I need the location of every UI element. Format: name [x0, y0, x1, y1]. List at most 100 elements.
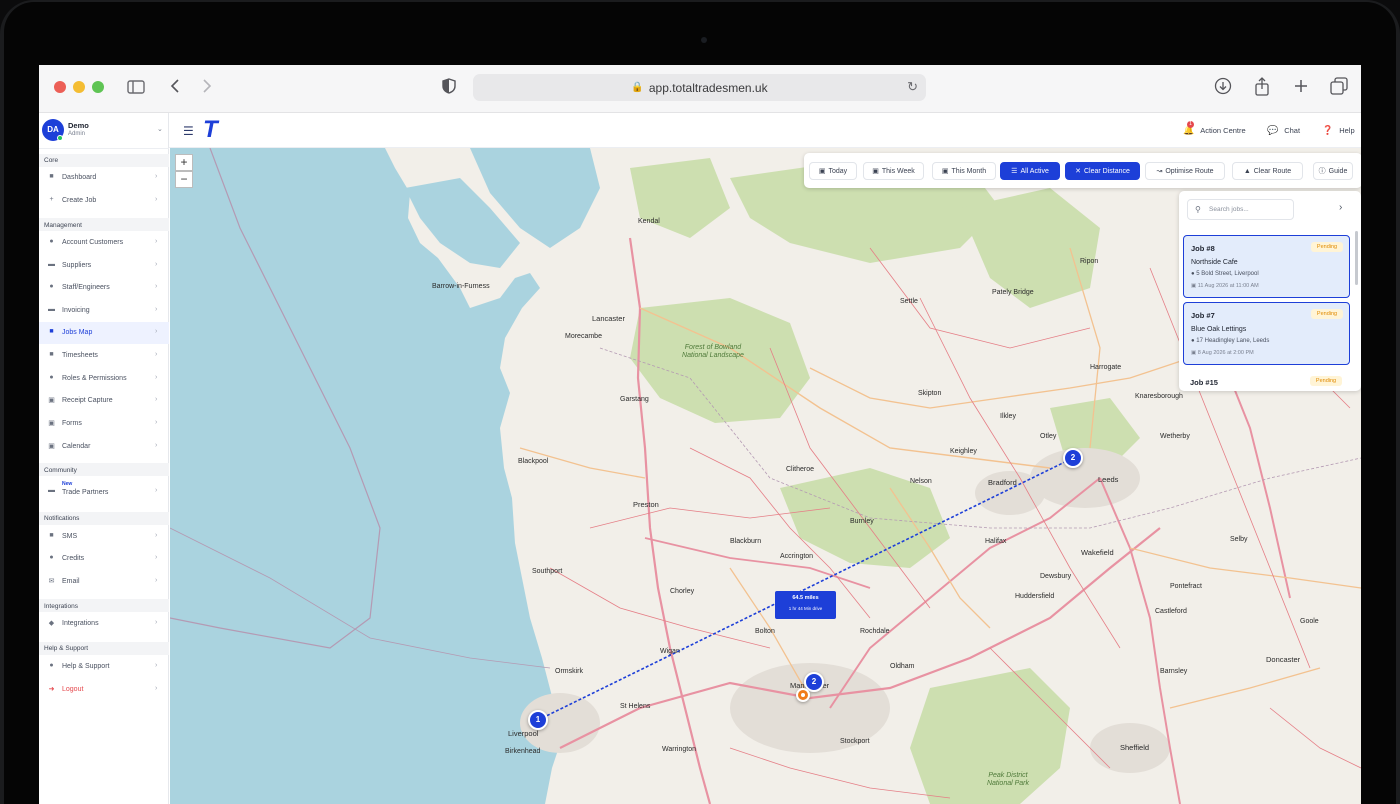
help-icon: ❓ [1322, 125, 1334, 135]
app-header: ☰ T 🔔 1 Action Centre 💬 Chat ❓ Help [169, 113, 1361, 148]
job-marker[interactable]: 2 [1063, 448, 1083, 468]
clear-distance-button[interactable]: ✕ Clear Distance [1065, 162, 1140, 180]
calendar-icon: ▣ [1191, 350, 1197, 356]
today-button[interactable]: ▣ Today [809, 162, 857, 180]
location-icon: ● [1191, 271, 1195, 277]
map-label: Barnsley [1160, 668, 1188, 675]
sidebar-icon[interactable] [127, 77, 145, 99]
sidebar-item-roles-permissions[interactable]: ● Roles & Permissions › [39, 368, 169, 390]
sidebar-item-receipt-capture[interactable]: ▣ Receipt Capture › [39, 390, 169, 412]
chevron-right-icon: › [155, 577, 158, 584]
reload-icon[interactable]: ↻ [907, 79, 918, 95]
sidebar-item-dashboard[interactable]: ■ Dashboard › [39, 167, 169, 189]
zoom-in-button[interactable]: + [175, 154, 193, 171]
sidebar-item-suppliers[interactable]: ▬ Suppliers › [39, 255, 169, 277]
map-label: Pately Bridge [992, 289, 1034, 296]
this-month-button[interactable]: ▣ This Month [932, 162, 996, 180]
map-label: Morecambe [565, 333, 602, 340]
status-badge: Pending [1310, 376, 1342, 386]
tabs-icon[interactable] [1330, 77, 1348, 100]
maximize-window-button[interactable] [92, 81, 104, 93]
sidebar: DA Demo Admin ⌄ Core ■ Dashboard › + Create… [39, 113, 169, 804]
shield-icon[interactable] [442, 77, 456, 99]
scrollbar[interactable] [1355, 231, 1358, 285]
map-label: Knaresborough [1135, 393, 1183, 400]
close-window-button[interactable] [54, 81, 66, 93]
sidebar-item-timesheets[interactable]: ■ Timesheets › [39, 345, 169, 367]
sidebar-item-integrations[interactable]: ◆ Integrations › [39, 613, 169, 635]
receipt-icon: ▣ [48, 397, 55, 404]
route-icon: ↝ [1156, 168, 1163, 175]
users-icon: ● [49, 283, 54, 290]
section-band [39, 154, 169, 167]
action-centre-link[interactable]: 🔔 1 Action Centre [1183, 121, 1246, 136]
help-link[interactable]: ❓ Help [1322, 125, 1355, 136]
sidebar-item-forms[interactable]: ▣ Forms › [39, 413, 169, 435]
browser-toolbar: 🔒 app.totaltradesmen.uk ↻ [39, 65, 1361, 113]
map-label: Keighley [950, 448, 977, 455]
address-bar[interactable]: 🔒 app.totaltradesmen.uk ↻ [473, 74, 926, 101]
clock-icon: ■ [49, 351, 54, 358]
chevron-right-icon: › [155, 306, 158, 313]
sidebar-item-invoicing[interactable]: ▬ Invoicing › [39, 300, 169, 322]
this-week-button[interactable]: ▣ This Week [863, 162, 924, 180]
sidebar-item-sms[interactable]: ■ SMS › [39, 526, 169, 548]
map-label: Preston [633, 500, 659, 509]
sidebar-item-credits[interactable]: ● Credits › [39, 548, 169, 570]
chevron-right-icon[interactable]: › [1339, 202, 1342, 213]
optimise-route-button[interactable]: ↝ Optimise Route [1145, 162, 1225, 180]
map-toolbar: ▣ Today ▣ This Week ▣ This Month ☰ All Activ… [804, 153, 1361, 188]
new-tab-icon[interactable] [1293, 77, 1309, 99]
sidebar-item-staff-engineers[interactable]: ● Staff/Engineers › [39, 277, 169, 299]
jobs-panel: ⚲ Search jobs... › Job #8 Pending Norths… [1179, 191, 1361, 391]
job-card[interactable]: Job #8 Pending Northside Cafe ● 5 Bold S… [1183, 235, 1350, 298]
user-role: Admin [68, 131, 86, 137]
map-label: Oldham [890, 663, 915, 670]
chevron-right-icon: › [155, 261, 158, 268]
sidebar-item-trade-partners[interactable]: ▬ New Trade Partners › [39, 477, 169, 505]
map-label: Stockport [840, 738, 870, 745]
sidebar-item-logout[interactable]: ➜ Logout › [39, 679, 169, 701]
sidebar-item-help-support[interactable]: ● Help & Support › [39, 656, 169, 678]
sidebar-item-calendar[interactable]: ▣ Calendar › [39, 436, 169, 458]
map-label: Sheffield [1120, 743, 1150, 752]
map-label: Harrogate [1090, 364, 1122, 371]
minimize-window-button[interactable] [73, 81, 85, 93]
section-notifications: Notifications [44, 515, 80, 522]
clear-route-button[interactable]: ▲ Clear Route [1232, 162, 1303, 180]
list-icon: ☰ [1011, 168, 1018, 175]
jobs-map[interactable]: + − Lancaster Preston Blackpool Liverpoo… [170, 148, 1361, 804]
job-date: ▣ 8 Aug 2026 at 2:00 PM [1191, 350, 1254, 356]
job-card[interactable]: Job #15 Pending [1183, 367, 1350, 391]
map-label: Wakefield [1081, 548, 1114, 557]
action-centre-label: Action Centre [1200, 126, 1246, 135]
chat-link[interactable]: 💬 Chat [1267, 125, 1300, 136]
map-label: Lancaster [592, 314, 625, 323]
sidebar-item-account-customers[interactable]: ● Account Customers › [39, 232, 169, 254]
map-label: Doncaster [1266, 655, 1301, 664]
zoom-out-button[interactable]: − [175, 171, 193, 188]
share-icon[interactable] [1254, 77, 1270, 101]
menu-icon[interactable]: ☰ [183, 124, 194, 138]
download-icon[interactable] [1214, 77, 1232, 100]
app-logo[interactable]: T [203, 117, 218, 143]
job-marker[interactable]: 1 [528, 710, 548, 730]
browser-window: 🔒 app.totaltradesmen.uk ↻ ☰ T 🔔 1 Action … [39, 65, 1361, 804]
current-location-pin[interactable] [796, 688, 810, 702]
chevron-right-icon: › [155, 173, 158, 180]
park-label: Forest of Bowland National Landscape [682, 344, 744, 359]
job-card[interactable]: Job #7 Pending Blue Oak Lettings ● 17 He… [1183, 302, 1350, 365]
user-menu[interactable]: DA Demo Admin ⌄ [39, 113, 169, 149]
sidebar-item-jobs-map[interactable]: ■ Jobs Map › [39, 322, 169, 344]
map-label: Settle [900, 298, 918, 305]
sidebar-item-email[interactable]: ✉ Email › [39, 571, 169, 593]
guide-button[interactable]: ⓘ Guide [1313, 162, 1353, 180]
sidebar-item-create-job[interactable]: + Create Job › [39, 190, 169, 212]
forward-icon[interactable] [202, 77, 212, 99]
chevron-down-icon: ⌄ [157, 126, 163, 133]
online-status-dot [57, 135, 63, 141]
all-active-button[interactable]: ☰ All Active [1000, 162, 1060, 180]
map-label: Nelson [910, 478, 932, 485]
search-jobs-input[interactable]: ⚲ Search jobs... [1187, 199, 1294, 220]
back-icon[interactable] [170, 77, 180, 99]
